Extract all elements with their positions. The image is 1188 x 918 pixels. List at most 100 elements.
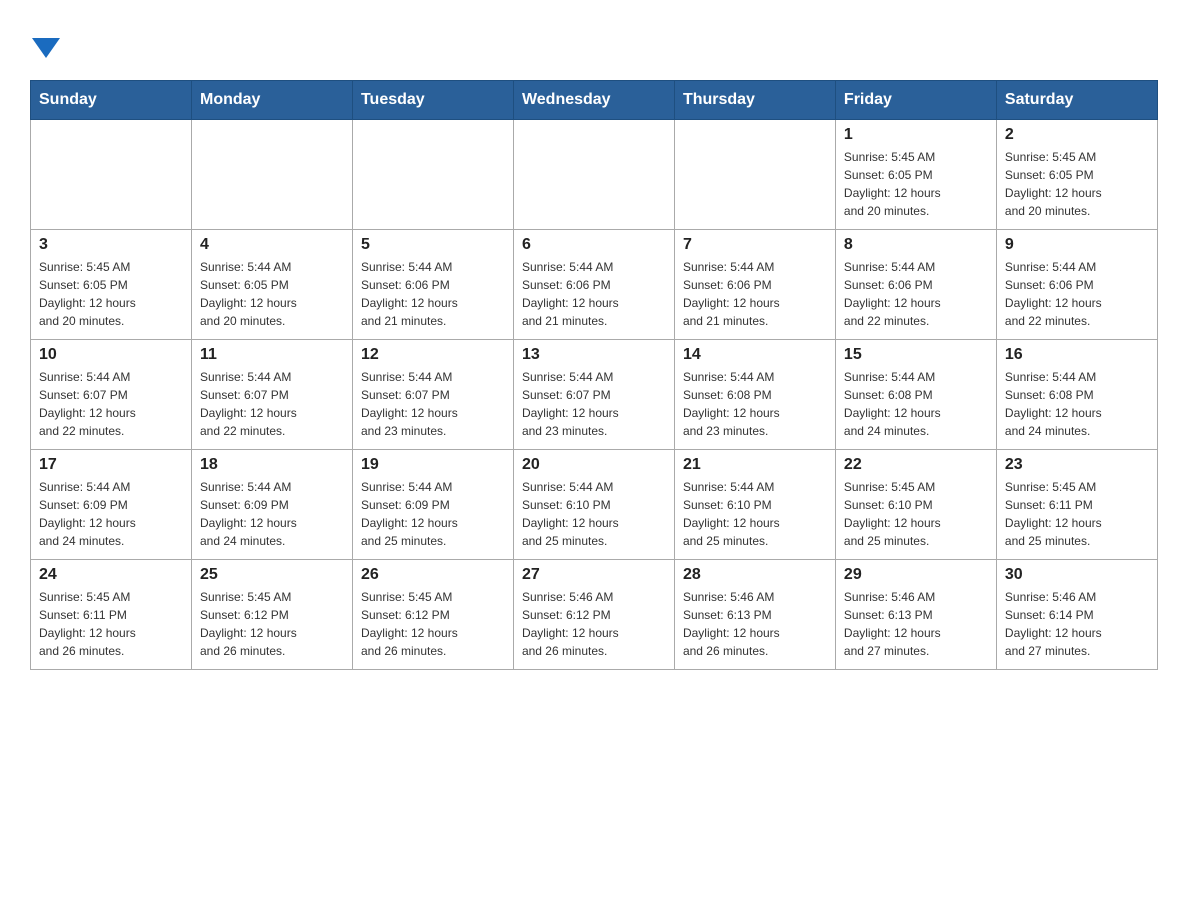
- calendar-cell: 25Sunrise: 5:45 AMSunset: 6:12 PMDayligh…: [191, 560, 352, 670]
- day-number: 27: [522, 566, 666, 584]
- calendar-cell: [674, 120, 835, 230]
- calendar-cell: 16Sunrise: 5:44 AMSunset: 6:08 PMDayligh…: [996, 340, 1157, 450]
- day-number: 12: [361, 346, 505, 364]
- logo-triangle-icon: [32, 32, 60, 60]
- calendar-cell: 4 Sunrise: 5:44 AMSunset: 6:05 PMDaylight…: [191, 230, 352, 340]
- day-number: 16: [1005, 346, 1149, 364]
- calendar-cell: 5 Sunrise: 5:44 AMSunset: 6:06 PMDaylight…: [352, 230, 513, 340]
- day-info: Sunrise: 5:44 AMSunset: 6:07 PMDaylight:…: [39, 368, 183, 440]
- day-info: Sunrise: 5:44 AMSunset: 6:06 PMDaylight:…: [844, 258, 988, 330]
- day-number: 11: [200, 346, 344, 364]
- calendar-cell: [352, 120, 513, 230]
- calendar-header-row: Sunday Monday Tuesday Wednesday Thursday…: [31, 81, 1158, 120]
- logo: [30, 30, 60, 60]
- day-number: 4: [200, 236, 344, 254]
- day-number: 29: [844, 566, 988, 584]
- day-info: Sunrise: 5:45 AMSunset: 6:05 PMDaylight:…: [1005, 148, 1149, 220]
- day-number: 2: [1005, 126, 1149, 144]
- calendar-cell: 11 Sunrise: 5:44 AMSunset: 6:07 PMDayligh…: [191, 340, 352, 450]
- calendar-cell: 28 Sunrise: 5:46 AMSunset: 6:13 PMDayligh…: [674, 560, 835, 670]
- calendar-cell: 21 Sunrise: 5:44 AMSunset: 6:10 PMDayligh…: [674, 450, 835, 560]
- calendar-cell: 8 Sunrise: 5:44 AMSunset: 6:06 PMDaylight…: [835, 230, 996, 340]
- day-info: Sunrise: 5:44 AMSunset: 6:05 PMDaylight:…: [200, 258, 344, 330]
- day-number: 9: [1005, 236, 1149, 254]
- day-number: 10: [39, 346, 183, 364]
- calendar-cell: 18 Sunrise: 5:44 AMSunset: 6:09 PMDayligh…: [191, 450, 352, 560]
- week-row-4: 17 Sunrise: 5:44 AMSunset: 6:09 PMDayligh…: [31, 450, 1158, 560]
- day-info: Sunrise: 5:44 AMSunset: 6:06 PMDaylight:…: [1005, 258, 1149, 330]
- page-header: [30, 30, 1158, 60]
- header-friday: Friday: [835, 81, 996, 120]
- header-sunday: Sunday: [31, 81, 192, 120]
- calendar-cell: 30Sunrise: 5:46 AMSunset: 6:14 PMDayligh…: [996, 560, 1157, 670]
- day-info: Sunrise: 5:44 AMSunset: 6:06 PMDaylight:…: [361, 258, 505, 330]
- day-number: 17: [39, 456, 183, 474]
- day-info: Sunrise: 5:45 AMSunset: 6:11 PMDaylight:…: [39, 588, 183, 660]
- week-row-1: 1Sunrise: 5:45 AMSunset: 6:05 PMDaylight…: [31, 120, 1158, 230]
- calendar-cell: 26 Sunrise: 5:45 AMSunset: 6:12 PMDayligh…: [352, 560, 513, 670]
- day-number: 14: [683, 346, 827, 364]
- week-row-5: 24 Sunrise: 5:45 AMSunset: 6:11 PMDayligh…: [31, 560, 1158, 670]
- calendar-cell: 6 Sunrise: 5:44 AMSunset: 6:06 PMDaylight…: [513, 230, 674, 340]
- day-info: Sunrise: 5:44 AMSunset: 6:08 PMDaylight:…: [683, 368, 827, 440]
- day-number: 22: [844, 456, 988, 474]
- day-info: Sunrise: 5:44 AMSunset: 6:10 PMDaylight:…: [683, 478, 827, 550]
- calendar-cell: 13Sunrise: 5:44 AMSunset: 6:07 PMDayligh…: [513, 340, 674, 450]
- day-info: Sunrise: 5:44 AMSunset: 6:06 PMDaylight:…: [522, 258, 666, 330]
- day-info: Sunrise: 5:46 AMSunset: 6:14 PMDaylight:…: [1005, 588, 1149, 660]
- calendar-cell: [31, 120, 192, 230]
- header-wednesday: Wednesday: [513, 81, 674, 120]
- day-number: 26: [361, 566, 505, 584]
- day-info: Sunrise: 5:44 AMSunset: 6:10 PMDaylight:…: [522, 478, 666, 550]
- header-thursday: Thursday: [674, 81, 835, 120]
- day-number: 21: [683, 456, 827, 474]
- day-number: 23: [1005, 456, 1149, 474]
- calendar-cell: 20 Sunrise: 5:44 AMSunset: 6:10 PMDayligh…: [513, 450, 674, 560]
- day-info: Sunrise: 5:45 AMSunset: 6:12 PMDaylight:…: [200, 588, 344, 660]
- calendar-cell: 23 Sunrise: 5:45 AMSunset: 6:11 PMDayligh…: [996, 450, 1157, 560]
- week-row-3: 10 Sunrise: 5:44 AMSunset: 6:07 PMDayligh…: [31, 340, 1158, 450]
- calendar-cell: 29 Sunrise: 5:46 AMSunset: 6:13 PMDayligh…: [835, 560, 996, 670]
- day-number: 3: [39, 236, 183, 254]
- day-number: 15: [844, 346, 988, 364]
- day-info: Sunrise: 5:44 AMSunset: 6:07 PMDaylight:…: [361, 368, 505, 440]
- day-info: Sunrise: 5:44 AMSunset: 6:08 PMDaylight:…: [844, 368, 988, 440]
- calendar-table: Sunday Monday Tuesday Wednesday Thursday…: [30, 80, 1158, 670]
- day-info: Sunrise: 5:46 AMSunset: 6:13 PMDaylight:…: [683, 588, 827, 660]
- day-info: Sunrise: 5:44 AMSunset: 6:09 PMDaylight:…: [361, 478, 505, 550]
- day-number: 8: [844, 236, 988, 254]
- calendar-cell: 27Sunrise: 5:46 AMSunset: 6:12 PMDayligh…: [513, 560, 674, 670]
- day-number: 6: [522, 236, 666, 254]
- day-number: 19: [361, 456, 505, 474]
- day-info: Sunrise: 5:45 AMSunset: 6:12 PMDaylight:…: [361, 588, 505, 660]
- calendar-cell: 1Sunrise: 5:45 AMSunset: 6:05 PMDaylight…: [835, 120, 996, 230]
- day-number: 28: [683, 566, 827, 584]
- header-saturday: Saturday: [996, 81, 1157, 120]
- calendar-cell: 17Sunrise: 5:44 AMSunset: 6:09 PMDayligh…: [31, 450, 192, 560]
- day-number: 18: [200, 456, 344, 474]
- calendar-cell: 12 Sunrise: 5:44 AMSunset: 6:07 PMDayligh…: [352, 340, 513, 450]
- calendar-cell: 14 Sunrise: 5:44 AMSunset: 6:08 PMDayligh…: [674, 340, 835, 450]
- calendar-cell: [513, 120, 674, 230]
- day-number: 20: [522, 456, 666, 474]
- day-info: Sunrise: 5:46 AMSunset: 6:13 PMDaylight:…: [844, 588, 988, 660]
- calendar-cell: 2 Sunrise: 5:45 AMSunset: 6:05 PMDaylight…: [996, 120, 1157, 230]
- day-info: Sunrise: 5:44 AMSunset: 6:09 PMDaylight:…: [200, 478, 344, 550]
- calendar-cell: 7Sunrise: 5:44 AMSunset: 6:06 PMDaylight…: [674, 230, 835, 340]
- day-info: Sunrise: 5:45 AMSunset: 6:05 PMDaylight:…: [844, 148, 988, 220]
- day-number: 5: [361, 236, 505, 254]
- day-info: Sunrise: 5:44 AMSunset: 6:06 PMDaylight:…: [683, 258, 827, 330]
- calendar-cell: 19 Sunrise: 5:44 AMSunset: 6:09 PMDayligh…: [352, 450, 513, 560]
- day-info: Sunrise: 5:45 AMSunset: 6:11 PMDaylight:…: [1005, 478, 1149, 550]
- calendar-cell: 3 Sunrise: 5:45 AMSunset: 6:05 PMDaylight…: [31, 230, 192, 340]
- day-info: Sunrise: 5:45 AMSunset: 6:10 PMDaylight:…: [844, 478, 988, 550]
- day-info: Sunrise: 5:44 AMSunset: 6:07 PMDaylight:…: [200, 368, 344, 440]
- calendar-cell: 15 Sunrise: 5:44 AMSunset: 6:08 PMDayligh…: [835, 340, 996, 450]
- week-row-2: 3 Sunrise: 5:45 AMSunset: 6:05 PMDaylight…: [31, 230, 1158, 340]
- day-info: Sunrise: 5:45 AMSunset: 6:05 PMDaylight:…: [39, 258, 183, 330]
- day-number: 24: [39, 566, 183, 584]
- calendar-cell: 24 Sunrise: 5:45 AMSunset: 6:11 PMDayligh…: [31, 560, 192, 670]
- calendar-cell: 9 Sunrise: 5:44 AMSunset: 6:06 PMDaylight…: [996, 230, 1157, 340]
- calendar-cell: [191, 120, 352, 230]
- calendar-cell: 10 Sunrise: 5:44 AMSunset: 6:07 PMDayligh…: [31, 340, 192, 450]
